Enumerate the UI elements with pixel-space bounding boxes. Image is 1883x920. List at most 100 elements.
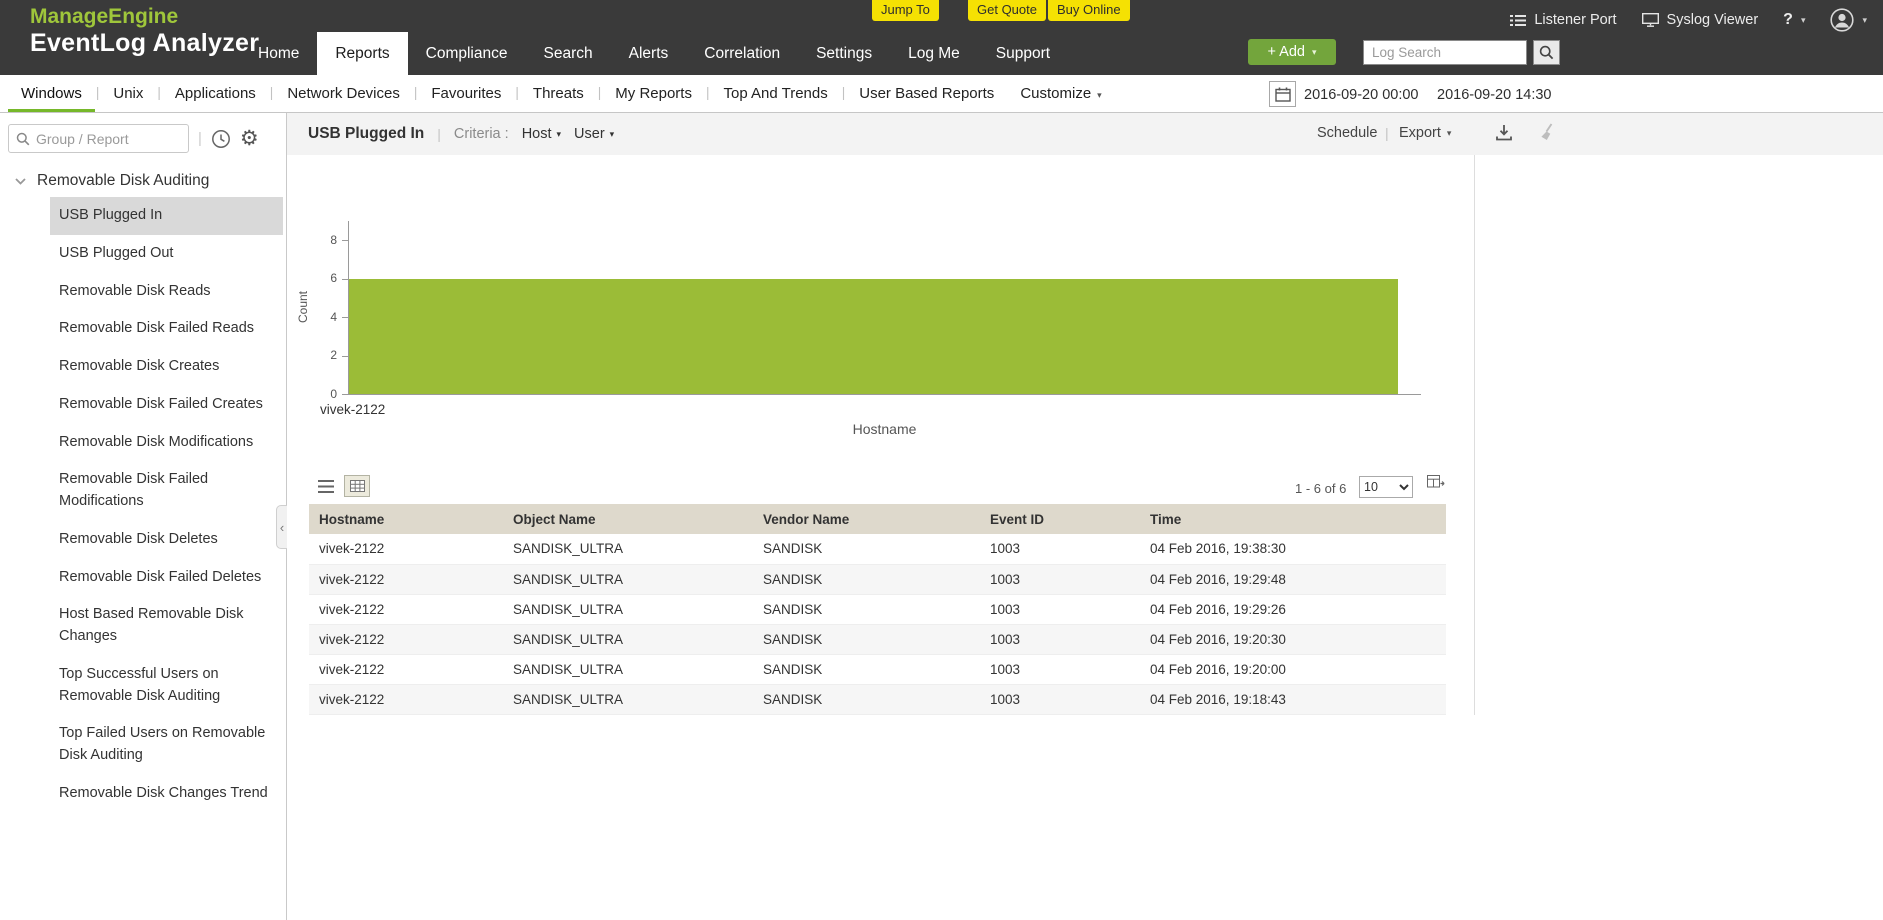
column-time[interactable]: Time — [1140, 504, 1446, 534]
page-size-select[interactable]: 10 — [1359, 476, 1413, 498]
column-event-id[interactable]: Event ID — [980, 504, 1140, 534]
nav-item-search[interactable]: Search — [526, 36, 611, 75]
broom-icon[interactable] — [1539, 123, 1558, 142]
sidebar-item-usb-plugged-out[interactable]: USB Plugged Out — [50, 235, 283, 273]
group-report-search-input[interactable] — [36, 131, 181, 147]
search-icon — [1539, 45, 1554, 60]
nav-item-compliance[interactable]: Compliance — [408, 36, 526, 75]
chevron-down-icon: ▾ — [1862, 16, 1867, 25]
sidebar-item-host-based-removable-disk-changes[interactable]: Host Based Removable Disk Changes — [50, 596, 283, 656]
collapse-icon — [13, 174, 28, 189]
buy-online-button[interactable]: Buy Online — [1048, 0, 1130, 21]
calendar-button[interactable] — [1269, 81, 1296, 107]
help-menu[interactable]: ? ▾ — [1783, 11, 1805, 29]
column-hostname[interactable]: Hostname — [309, 504, 503, 534]
syslog-viewer-button[interactable]: Syslog Viewer — [1642, 12, 1759, 28]
recent-reports-icon[interactable] — [211, 129, 231, 149]
monitor-icon — [1642, 13, 1659, 27]
nav-item-home[interactable]: Home — [240, 36, 317, 75]
chevron-down-icon: ▾ — [1801, 16, 1806, 25]
y-tick: 8 — [317, 233, 337, 247]
nav-item-alerts[interactable]: Alerts — [611, 36, 687, 75]
add-button[interactable]: + Add ▾ — [1248, 39, 1336, 65]
sidebar-item-removable-disk-failed-modifications[interactable]: Removable Disk Failed Modifications — [50, 461, 283, 521]
tab-unix[interactable]: Unix — [100, 75, 156, 112]
table-cell: 1003 — [980, 534, 1140, 564]
table-cell: 1003 — [980, 624, 1140, 654]
table-row: vivek-2122 SANDISK_ULTRA SANDISK 1003 04… — [309, 594, 1446, 624]
table-cell: SANDISK — [753, 654, 980, 684]
sidebar-item-usb-plugged-in[interactable]: USB Plugged In — [50, 197, 283, 235]
export-label: Export — [1399, 125, 1441, 141]
main-navigation: Home Reports Compliance Search Alerts Co… — [240, 32, 1068, 75]
user-filter-dropdown[interactable]: User ▾ — [574, 126, 614, 142]
sidebar-item-removable-disk-failed-creates[interactable]: Removable Disk Failed Creates — [50, 386, 283, 424]
separator: | — [437, 126, 441, 142]
gear-icon[interactable]: ⚙ — [240, 128, 259, 149]
sidebar-item-removable-disk-deletes[interactable]: Removable Disk Deletes — [50, 521, 283, 559]
listener-port-label: Listener Port — [1534, 12, 1616, 28]
report-toolbar: USB Plugged In | Criteria : Host ▾ User … — [287, 113, 1883, 155]
listener-port-icon — [1510, 14, 1526, 27]
separator: | — [1385, 125, 1389, 141]
get-quote-button[interactable]: Get Quote — [968, 0, 1046, 21]
table-cell: 04 Feb 2016, 19:29:26 — [1140, 594, 1446, 624]
chart-bar[interactable] — [349, 279, 1398, 395]
nav-item-reports[interactable]: Reports — [317, 32, 407, 75]
app-logo[interactable]: ManageEngine EventLog Analyzer — [30, 5, 259, 57]
sidebar-item-removable-disk-changes-trend[interactable]: Removable Disk Changes Trend — [50, 775, 283, 813]
date-range-start[interactable]: 2016-09-20 00:00 — [1304, 87, 1419, 103]
table-cell: 1003 — [980, 654, 1140, 684]
sidebar-item-top-successful-users[interactable]: Top Successful Users on Removable Disk A… — [50, 656, 283, 716]
date-range-end[interactable]: 2016-09-20 14:30 — [1437, 87, 1552, 103]
listener-port-button[interactable]: Listener Port — [1510, 12, 1616, 28]
tab-windows[interactable]: Windows — [8, 75, 95, 112]
jump-to-button[interactable]: Jump To — [872, 0, 939, 21]
export-dropdown[interactable]: Export ▾ — [1399, 125, 1451, 141]
tab-user-based-reports[interactable]: User Based Reports — [846, 75, 1007, 112]
sidebar-item-removable-disk-creates[interactable]: Removable Disk Creates — [50, 348, 283, 386]
report-content: Count 8 6 4 2 0 vivek-2122 Hostname — [287, 155, 1883, 920]
sidebar-item-removable-disk-modifications[interactable]: Removable Disk Modifications — [50, 424, 283, 462]
tab-network-devices[interactable]: Network Devices — [274, 75, 413, 112]
tree-group-label: Removable Disk Auditing — [37, 172, 209, 190]
table-cell: 1003 — [980, 594, 1140, 624]
tab-threats[interactable]: Threats — [520, 75, 597, 112]
customize-menu[interactable]: Customize ▾ — [1007, 75, 1114, 112]
user-avatar-icon — [1830, 8, 1854, 32]
nav-item-correlation[interactable]: Correlation — [686, 36, 798, 75]
report-main: USB Plugged In | Criteria : Host ▾ User … — [287, 113, 1883, 920]
table-cell: SANDISK_ULTRA — [503, 594, 753, 624]
group-report-search[interactable] — [8, 124, 189, 153]
schedule-button[interactable]: Schedule — [1317, 125, 1377, 141]
sidebar-collapse-handle[interactable]: ‹ — [276, 505, 287, 549]
report-title: USB Plugged In — [308, 125, 424, 143]
header-utilities: Listener Port Syslog Viewer ? ▾ ▾ — [1485, 8, 1867, 32]
tab-favourites[interactable]: Favourites — [418, 75, 514, 112]
tree-group-removable-disk-auditing[interactable]: Removable Disk Auditing — [0, 162, 286, 197]
column-vendor-name[interactable]: Vendor Name — [753, 504, 980, 534]
y-tick: 0 — [317, 387, 337, 401]
log-search-button[interactable] — [1533, 40, 1560, 65]
tab-my-reports[interactable]: My Reports — [602, 75, 705, 112]
tab-applications[interactable]: Applications — [162, 75, 269, 112]
host-filter-dropdown[interactable]: Host ▾ — [522, 126, 561, 142]
download-icon[interactable] — [1495, 124, 1513, 141]
column-object-name[interactable]: Object Name — [503, 504, 753, 534]
sidebar-item-top-failed-users[interactable]: Top Failed Users on Removable Disk Audit… — [50, 715, 283, 775]
list-view-icon[interactable] — [318, 480, 334, 493]
nav-item-support[interactable]: Support — [978, 36, 1068, 75]
tab-top-and-trends[interactable]: Top And Trends — [710, 75, 840, 112]
table-cell: SANDISK — [753, 594, 980, 624]
log-search-input[interactable] — [1363, 40, 1527, 65]
nav-item-settings[interactable]: Settings — [798, 36, 890, 75]
table-export-icon[interactable] — [1427, 475, 1445, 489]
nav-item-logme[interactable]: Log Me — [890, 36, 978, 75]
sidebar-item-removable-disk-failed-reads[interactable]: Removable Disk Failed Reads — [50, 310, 283, 348]
user-menu[interactable]: ▾ — [1830, 8, 1867, 32]
grid-view-icon[interactable] — [344, 475, 370, 497]
x-axis-line — [348, 394, 1421, 395]
sidebar-item-removable-disk-reads[interactable]: Removable Disk Reads — [50, 273, 283, 311]
sidebar-item-removable-disk-failed-deletes[interactable]: Removable Disk Failed Deletes — [50, 559, 283, 597]
calendar-icon — [1275, 87, 1291, 102]
